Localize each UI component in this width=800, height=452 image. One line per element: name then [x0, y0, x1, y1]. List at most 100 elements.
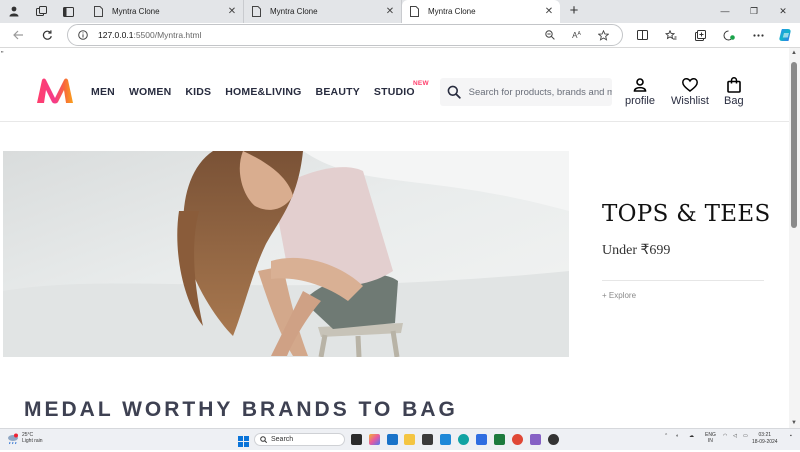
notifications-icon[interactable]: ▪ [790, 433, 792, 439]
taskbar-search[interactable]: Search [254, 433, 345, 446]
tab-title: Myntra Clone [112, 7, 160, 16]
url-path: :5500/Myntra.html [133, 30, 202, 40]
nav-item-home-living[interactable]: HOME&LIVING [225, 86, 301, 98]
window-close-icon[interactable]: ✕ [774, 3, 792, 19]
browser-toolbar: 127.0.0.1:5500/Myntra.html AA [0, 23, 800, 48]
store-app-icon[interactable] [387, 434, 398, 445]
close-icon[interactable]: ✕ [383, 6, 397, 17]
promo-divider [602, 280, 764, 281]
profile-icon[interactable] [6, 4, 22, 19]
favorites-icon[interactable] [664, 28, 678, 42]
hero-banner-image[interactable] [3, 151, 569, 357]
taskbar-clock[interactable]: 03:21 18-09-2024 [752, 432, 778, 446]
nav-item-beauty[interactable]: BEAUTY [316, 86, 360, 98]
scroll-down-icon[interactable]: ▼ [791, 420, 797, 426]
collections-icon[interactable] [693, 28, 707, 42]
file-explorer-icon[interactable] [404, 434, 415, 445]
page-scrollbar[interactable]: ▲ ▼ [789, 48, 800, 428]
browser-tab-active[interactable]: Myntra Clone ✕ [402, 0, 560, 23]
taskbar-search-label: Search [271, 436, 294, 443]
section-title: MEDAL WORTHY BRANDS TO BAG [24, 398, 458, 421]
nav-item-women[interactable]: WOMEN [129, 86, 171, 98]
vscode-icon[interactable] [440, 434, 451, 445]
wishlist-action[interactable]: Wishlist [671, 77, 709, 107]
bag-icon [726, 77, 741, 93]
browser-tab[interactable]: Myntra Clone ✕ [86, 0, 244, 23]
language-secondary: IN [707, 438, 713, 444]
zoom-icon[interactable] [541, 30, 558, 40]
onedrive-icon[interactable]: ☁ [689, 433, 694, 439]
browser-essentials-icon[interactable] [722, 28, 736, 42]
search-input[interactable] [468, 86, 612, 98]
info-icon[interactable] [68, 30, 98, 40]
workspaces-icon[interactable] [33, 4, 49, 19]
explore-link[interactable]: + Explore [602, 291, 636, 300]
restore-icon[interactable]: ❐ [745, 3, 763, 19]
tab-title: Myntra Clone [428, 7, 476, 16]
excel-icon[interactable] [494, 434, 505, 445]
page-icon [252, 6, 261, 17]
refresh-icon[interactable] [39, 27, 55, 43]
tab-title: Myntra Clone [270, 7, 318, 16]
chevron-up-icon[interactable]: ⌃ [664, 433, 668, 439]
wishlist-label: Wishlist [671, 95, 709, 107]
wifi-icon[interactable]: ◠ [723, 433, 727, 439]
vertical-tabs-icon[interactable] [60, 4, 76, 19]
read-aloud-icon[interactable]: AA [568, 31, 585, 40]
app-icon[interactable] [530, 434, 541, 445]
windows-start-icon[interactable] [238, 434, 249, 452]
bag-label: Bag [724, 95, 744, 107]
nav-item-men[interactable]: MEN [91, 86, 115, 98]
tray-icon[interactable]: ◐ [676, 433, 679, 439]
bag-action[interactable]: Bag [724, 77, 744, 107]
weather-desc: Light rain [22, 438, 43, 444]
app-icon[interactable] [476, 434, 487, 445]
nav-item-studio-label: STUDIO [373, 86, 415, 98]
promo-title: TOPS & TEES [602, 201, 771, 227]
search-icon[interactable] [440, 85, 469, 99]
page-icon [410, 6, 419, 17]
browser-tab[interactable]: Myntra Clone ✕ [244, 0, 402, 23]
split-screen-icon[interactable] [635, 28, 649, 42]
nav-item-studio[interactable]: STUDIO NEW [373, 80, 429, 98]
github-app-icon[interactable] [422, 434, 433, 445]
scroll-up-icon[interactable]: ▲ [791, 50, 797, 56]
browser-tab-strip: Myntra Clone ✕ Myntra Clone ✕ Myntra Clo… [0, 0, 800, 23]
profile-action[interactable]: profile [625, 77, 655, 107]
close-icon[interactable]: ✕ [542, 6, 556, 17]
clock-time: 03:21 [758, 432, 772, 438]
chrome-icon[interactable] [512, 434, 523, 445]
new-tab-button[interactable]: + [566, 2, 582, 20]
myntra-logo[interactable] [36, 77, 74, 105]
nav-item-kids[interactable]: KIDS [185, 86, 211, 98]
site-header: MEN WOMEN KIDS HOME&LIVING BEAUTY STUDIO… [0, 48, 789, 122]
weather-widget[interactable]: 25°C Light rain [7, 432, 43, 445]
windows-taskbar: 25°C Light rain Search ⌃ ◐ ☁ ENG IN ◠ ◁ … [0, 428, 800, 450]
task-view-icon[interactable] [351, 434, 362, 445]
close-icon[interactable]: ✕ [225, 6, 239, 17]
new-badge: NEW [413, 80, 429, 87]
main-nav: MEN WOMEN KIDS HOME&LIVING BEAUTY STUDIO… [91, 80, 429, 98]
user-icon [633, 77, 647, 93]
minimize-icon[interactable]: — [716, 3, 734, 19]
edge-icon[interactable] [458, 434, 469, 445]
search-box[interactable] [440, 78, 612, 106]
back-icon[interactable] [10, 27, 26, 43]
volume-icon[interactable]: ◁ [733, 433, 737, 439]
scrollbar-thumb[interactable] [791, 62, 797, 228]
address-bar[interactable]: 127.0.0.1:5500/Myntra.html AA [67, 24, 623, 46]
favorite-star-icon[interactable] [595, 29, 612, 41]
url-host: 127.0.0.1 [98, 30, 134, 40]
profile-label: profile [625, 95, 655, 107]
more-options-icon[interactable] [751, 28, 765, 42]
battery-icon[interactable]: ▭ [743, 433, 748, 439]
heart-icon [681, 77, 698, 93]
promo-subtitle: Under ₹699 [602, 243, 671, 258]
copilot-app-icon[interactable] [369, 434, 380, 445]
language-indicator[interactable]: ENG IN [705, 432, 716, 444]
clock-date: 18-09-2024 [752, 439, 778, 445]
url-text[interactable]: 127.0.0.1:5500/Myntra.html [98, 30, 541, 40]
copilot-icon[interactable] [777, 26, 794, 43]
page-icon [94, 6, 103, 17]
media-player-icon[interactable] [548, 434, 559, 445]
